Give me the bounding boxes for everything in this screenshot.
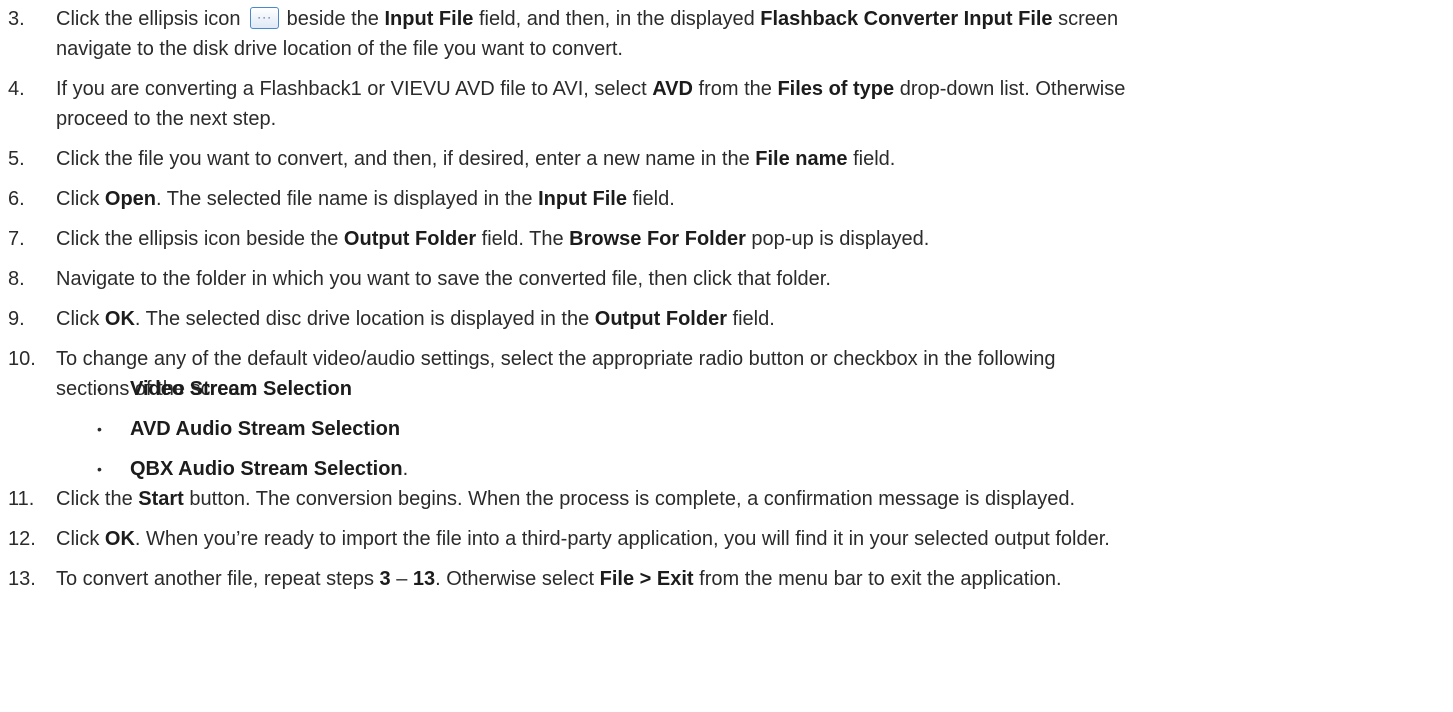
step-line: To convert another file, repeat steps 3 … [56, 564, 1446, 594]
step-text: Click OK. The selected disc drive locati… [56, 304, 1446, 334]
text-run: If you are converting a Flashback1 or VI… [56, 78, 653, 100]
text-run: screen [1052, 8, 1119, 30]
text-run: . The selected file name is displayed in… [156, 188, 539, 210]
text-run: Click the ellipsis icon [56, 8, 247, 30]
bold-term: AVD [652, 78, 693, 100]
bold-term: File name [755, 148, 848, 170]
step-line: navigate to the disk drive location of t… [56, 34, 1446, 64]
text-run: . The selected disc drive location is di… [134, 308, 595, 330]
step-line: Click the ellipsis icon beside the Outpu… [56, 224, 1446, 254]
text-run: Click the [56, 488, 139, 510]
step-text: Click OK. When you’re ready to import th… [56, 524, 1446, 554]
step-number: 6. [8, 188, 25, 210]
text-run: Navigate to the folder in which you want… [56, 268, 831, 290]
text-run: field. [847, 148, 896, 170]
text-run: Click the file you want to convert, and … [56, 148, 756, 170]
step-line: Click Open. The selected file name is di… [56, 184, 1446, 214]
bold-term: Output Folder [343, 228, 477, 250]
step-number: 13. [8, 568, 36, 590]
step-number: 4. [8, 78, 25, 100]
ellipsis-dots: ··· [257, 10, 273, 24]
text-run: from the menu bar to exit the applicatio… [693, 568, 1062, 590]
step-text: Navigate to the folder in which you want… [56, 264, 1446, 294]
step-line: If you are converting a Flashback1 or VI… [56, 74, 1446, 104]
step-line: Click the Start button. The conversion b… [56, 484, 1446, 514]
sub-list-text: Video Stream Selection [130, 374, 352, 404]
step-line: proceed to the next step. [56, 104, 1446, 134]
step-number: 5. [8, 148, 25, 170]
text-run: . Otherwise select [435, 568, 600, 590]
step-text: If you are converting a Flashback1 or VI… [56, 74, 1446, 134]
bullet-icon: • [97, 381, 102, 397]
bold-term: Input File [538, 188, 627, 210]
ellipsis-icon: ··· [250, 7, 280, 29]
sub-list-text: AVD Audio Stream Selection [130, 414, 400, 444]
document-page: 3. Click the ellipsis icon ··· beside the… [0, 0, 1453, 712]
text-run: navigate to the disk drive location of t… [56, 38, 623, 60]
bold-term: Flashback Converter Input File [760, 8, 1053, 30]
step-text: Click the ellipsis icon beside the Outpu… [56, 224, 1446, 254]
step-text: Click the ellipsis icon ··· beside the I… [56, 4, 1446, 64]
step-number: 11. [8, 488, 35, 510]
bold-term: 13 [412, 568, 436, 590]
step-line: Navigate to the folder in which you want… [56, 264, 1446, 294]
text-run: Click [56, 308, 105, 330]
bold-term: OK [104, 528, 135, 550]
bold-term: Video Stream Selection [130, 378, 352, 400]
bold-term: File > Exit [599, 568, 694, 590]
text-run: from the [692, 78, 778, 100]
text-run: field. [626, 188, 675, 210]
step-text: Click the file you want to convert, and … [56, 144, 1446, 174]
text-run: button. The conversion begins. When the … [183, 488, 1076, 510]
step-number: 12. [8, 528, 36, 550]
bold-term: Browse For Folder [569, 228, 746, 250]
text-run: To change any of the default video/audio… [56, 348, 1056, 370]
bold-term: OK [104, 308, 135, 330]
step-number: 10. [8, 348, 36, 370]
text-run: field, and then, in the displayed [473, 8, 761, 30]
text-run: pop-up is displayed. [745, 228, 930, 250]
text-run: drop-down list. Otherwise [894, 78, 1126, 100]
step-number: 7. [8, 228, 25, 250]
text-run: Click the ellipsis icon beside the [56, 228, 344, 250]
bold-term: QBX Audio Stream Selection [130, 458, 403, 480]
bullet-icon: • [97, 461, 102, 477]
step-text: To convert another file, repeat steps 3 … [56, 564, 1446, 594]
step-line: To change any of the default video/audio… [56, 344, 1446, 374]
text-run: field. The [476, 228, 570, 250]
step-number: 9. [8, 308, 25, 330]
bold-term: Start [138, 488, 184, 510]
text-run: Click [56, 188, 105, 210]
bullet-icon: • [97, 421, 102, 437]
step-number: 3. [8, 8, 25, 30]
step-line: Click the file you want to convert, and … [56, 144, 1446, 174]
bold-term: 3 [379, 568, 391, 590]
step-line: Click the ellipsis icon ··· beside the I… [56, 4, 1446, 34]
bold-term: AVD Audio Stream Selection [130, 418, 401, 440]
sub-list-text: QBX Audio Stream Selection. [130, 454, 408, 484]
text-run: . [402, 458, 409, 480]
step-line: Click OK. When you’re ready to import th… [56, 524, 1446, 554]
text-run: beside the [281, 8, 385, 30]
bold-term: Open [104, 188, 157, 210]
bold-term: Output Folder [594, 308, 727, 330]
text-run: . When you’re ready to import the file i… [134, 528, 1110, 550]
bold-term: Input File [384, 8, 474, 30]
text-run: Click [56, 528, 105, 550]
step-line: Click OK. The selected disc drive locati… [56, 304, 1446, 334]
step-number: 8. [8, 268, 25, 290]
text-run: – [390, 568, 413, 590]
bold-term: Files of type [777, 78, 895, 100]
step-text: Click the Start button. The conversion b… [56, 484, 1446, 514]
text-run: proceed to the next step. [56, 108, 277, 130]
text-run: To convert another file, repeat steps [56, 568, 380, 590]
step-text: Click Open. The selected file name is di… [56, 184, 1446, 214]
text-run: field. [726, 308, 775, 330]
